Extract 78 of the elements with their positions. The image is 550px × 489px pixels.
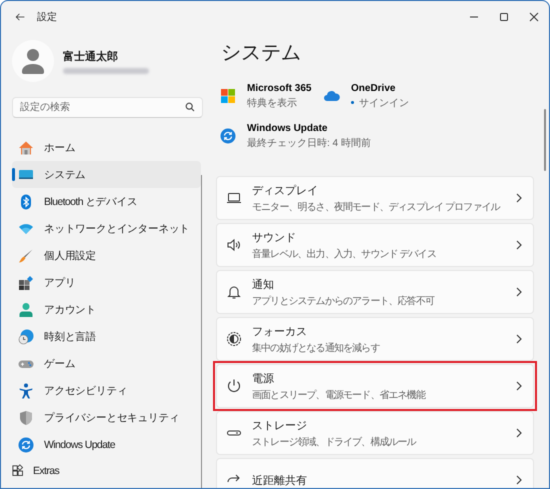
settings-card[interactable]: 通知 アプリとシステムからのアラート、応答不可 [216, 270, 534, 314]
tile-title: OneDrive [351, 82, 396, 94]
card-title: 通知 [252, 278, 275, 292]
sidebar-item[interactable]: ホーム [12, 134, 201, 161]
settings-card[interactable]: 電源 画面とスリープ、電源モード、省エネ機能 [216, 364, 534, 408]
sidebar-item[interactable]: Extras [1, 460, 190, 482]
shield-icon [18, 410, 34, 426]
card-subtitle: モニター、明るさ、夜間モード、ディスプレイ プロファイル [252, 200, 502, 214]
apps-icon [18, 274, 34, 290]
chevron-icon [515, 193, 523, 203]
tile-subtitle: サインイン [351, 96, 409, 110]
shortcut-tile[interactable]: Windows Update 最終チェック日時: 4 時間前 [220, 121, 400, 151]
person-icon [18, 302, 34, 318]
power-icon [226, 378, 242, 394]
sidebar-item[interactable]: 時刻と言語 [12, 323, 201, 350]
avatar-icon [12, 40, 54, 82]
sidebar-item[interactable]: ゲーム [12, 350, 201, 377]
close-icon [529, 12, 539, 22]
tile-subtitle: 特典を表示 [247, 96, 298, 110]
settings-card[interactable]: ディスプレイ モニター、明るさ、夜間モード、ディスプレイ プロファイル [216, 176, 534, 220]
card-subtitle: アプリとシステムからのアラート、応答不可 [252, 294, 436, 308]
card-subtitle: 集中の妨げとなる通知を減らす [252, 342, 381, 354]
card-subtitle: 音量レベル、出力、入力、サウンド デバイス [252, 248, 437, 260]
shortcut-tile[interactable]: OneDrive サインイン [324, 81, 454, 111]
card-title: フォーカス [252, 324, 308, 338]
chevron-icon [515, 428, 523, 438]
settings-card[interactable]: 近距離共有 [216, 458, 534, 488]
card-subtitle: 画面とスリープ、電源モード、省エネ機能 [252, 388, 426, 402]
card-title: ストレージ [252, 418, 308, 432]
sidebar-item[interactable]: アプリ [12, 269, 201, 296]
home-icon [18, 140, 34, 156]
tile-subtitle: 最終チェック日時: 4 時間前 [247, 136, 371, 150]
accessibility-icon [18, 382, 34, 398]
settings-card[interactable]: ストレージ ストレージ領域、ドライブ、構成ルール [216, 411, 534, 455]
window-title: 設定 [37, 10, 57, 24]
card-title: 近距離共有 [252, 474, 308, 488]
puzzle-grid-icon [12, 464, 26, 478]
sidebar-item[interactable]: Bluetooth とデバイス [12, 188, 201, 215]
sidebar-item[interactable]: ネットワークとインターネット [12, 215, 201, 242]
focus-icon [226, 331, 242, 347]
card-subtitle: ストレージ領域、ドライブ、構成ルール [252, 436, 418, 448]
scrollbar[interactable] [544, 109, 546, 171]
four-squares-icon [220, 88, 236, 104]
bluetooth-icon [18, 194, 34, 210]
speaker-icon [226, 237, 242, 253]
cloud-icon [324, 88, 340, 104]
card-title: 電源 [252, 372, 275, 386]
sidebar-item[interactable]: Windows Update [12, 431, 201, 458]
brush-icon [18, 248, 34, 264]
settings-card[interactable]: フォーカス 集中の妨げとなる通知を減らす [216, 317, 534, 361]
chevron-icon [515, 334, 523, 344]
shortcut-tile[interactable]: Microsoft 365 特典を表示 [220, 81, 324, 111]
settings-card[interactable]: サウンド 音量レベル、出力、入力、サウンド デバイス [216, 223, 534, 267]
user-name: 富士通太郎 [63, 50, 119, 64]
chevron-icon [515, 240, 523, 250]
chevron-icon [515, 475, 523, 485]
tile-title: Windows Update [247, 122, 328, 134]
chevron-icon [515, 287, 523, 297]
sidebar-item[interactable]: アクセシビリティ [12, 377, 201, 404]
back-arrow-icon [15, 12, 25, 22]
sidebar-item[interactable]: アカウント [12, 296, 201, 323]
card-title: サウンド [252, 230, 297, 244]
card-title: ディスプレイ [252, 184, 319, 198]
chevron-icon [515, 381, 523, 391]
sync-icon [18, 436, 34, 452]
scrollbar[interactable] [201, 175, 202, 488]
search-icon [185, 102, 195, 112]
globe-clock-icon [18, 328, 34, 344]
search-field[interactable]: 設定の検索 [12, 97, 203, 118]
sidebar-item[interactable]: システム [12, 161, 201, 188]
sidebar-item[interactable]: プライバシーとセキュリティ [12, 404, 201, 431]
laptop-icon [226, 190, 242, 206]
maximize-icon [499, 12, 509, 22]
bell-icon [226, 284, 242, 300]
tile-title: Microsoft 365 [247, 82, 312, 94]
sidebar-item[interactable]: 個人用設定 [12, 242, 201, 269]
page-heading: システム [221, 41, 302, 66]
sync-icon [220, 128, 236, 144]
